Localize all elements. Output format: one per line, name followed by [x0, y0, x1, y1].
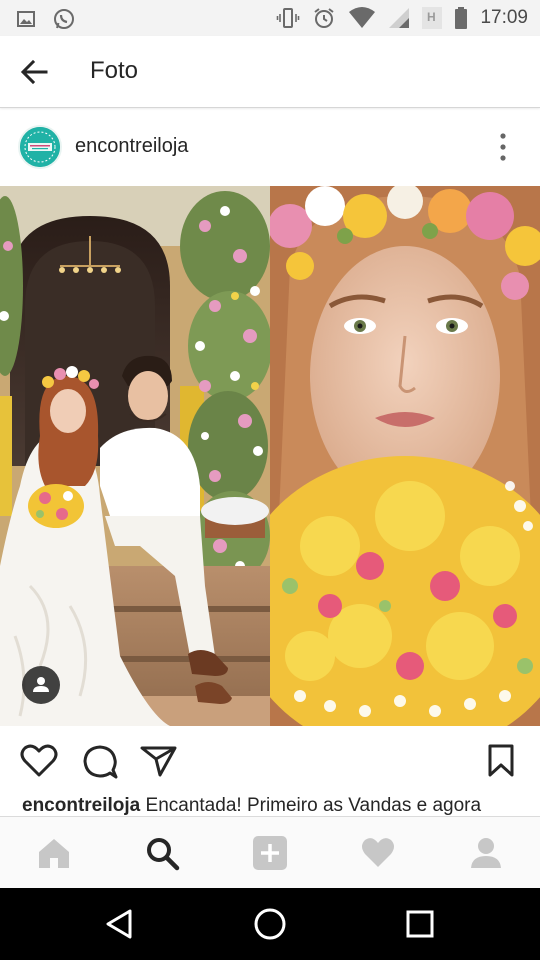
caption-text: Encantada! Primeiro as Vandas e agora — [145, 795, 482, 816]
caption-username[interactable]: encontreiloja — [22, 795, 140, 816]
search-icon — [147, 838, 180, 871]
signal-icon — [389, 8, 410, 28]
avatar-logo — [20, 127, 60, 167]
svg-text:H: H — [427, 10, 436, 24]
like-button[interactable] — [20, 744, 58, 778]
back-triangle-icon — [106, 909, 132, 939]
status-left — [16, 7, 76, 31]
comment-icon — [83, 745, 118, 779]
status-right: H 17:09 — [276, 6, 528, 30]
page-title: Foto — [90, 57, 139, 84]
nav-profile[interactable] — [468, 835, 504, 871]
add-icon — [253, 836, 287, 870]
home-circle-icon — [254, 908, 286, 940]
arrow-back-icon — [20, 59, 48, 85]
nav-home[interactable] — [36, 835, 72, 871]
wifi-icon — [349, 7, 376, 28]
whatsapp-icon — [54, 9, 74, 29]
profile-icon — [471, 838, 501, 868]
bride-closeup-illustration — [270, 186, 540, 726]
nav-search[interactable] — [144, 835, 180, 871]
status-bar: H 17:09 — [0, 0, 540, 36]
post-photo[interactable] — [0, 186, 540, 726]
couple-wedding-illustration — [0, 186, 270, 726]
more-vertical-icon — [500, 133, 506, 161]
back-button[interactable] — [18, 56, 52, 88]
more-options-button[interactable] — [490, 132, 516, 162]
home-icon — [39, 839, 69, 868]
share-button[interactable] — [140, 744, 177, 778]
nav-activity[interactable] — [360, 835, 396, 871]
post-actions — [0, 728, 540, 794]
comment-button[interactable] — [82, 744, 118, 779]
nav-add[interactable] — [252, 835, 288, 871]
image-icon — [17, 11, 35, 27]
user-tag-button[interactable] — [22, 666, 60, 704]
bookmark-icon — [488, 744, 514, 777]
avatar[interactable] — [18, 125, 62, 169]
alarm-icon — [314, 8, 335, 28]
bride-closeup-photo — [270, 186, 540, 726]
network-h-icon: H — [422, 7, 443, 29]
app-bar: Foto — [0, 36, 540, 108]
bottom-navigation — [0, 816, 540, 888]
system-home-button[interactable] — [252, 906, 288, 942]
recents-square-icon — [406, 910, 434, 938]
post-header: encontreiloja — [0, 110, 540, 184]
heart-outline-icon — [20, 744, 58, 777]
system-navigation-bar — [0, 888, 540, 960]
post-caption: encontreiloja Encantada! Primeiro as Van… — [22, 795, 532, 817]
activity-heart-icon — [362, 838, 394, 867]
post-username[interactable]: encontreiloja — [75, 135, 188, 158]
couple-wedding-photo — [0, 186, 270, 726]
send-icon — [140, 746, 177, 777]
save-button[interactable] — [486, 744, 522, 778]
status-time: 17:09 — [480, 7, 528, 28]
system-back-button[interactable] — [102, 906, 138, 942]
system-recents-button[interactable] — [402, 906, 438, 942]
user-tag-icon — [33, 677, 49, 692]
vibrate-icon — [277, 8, 300, 28]
battery-icon — [455, 7, 468, 29]
